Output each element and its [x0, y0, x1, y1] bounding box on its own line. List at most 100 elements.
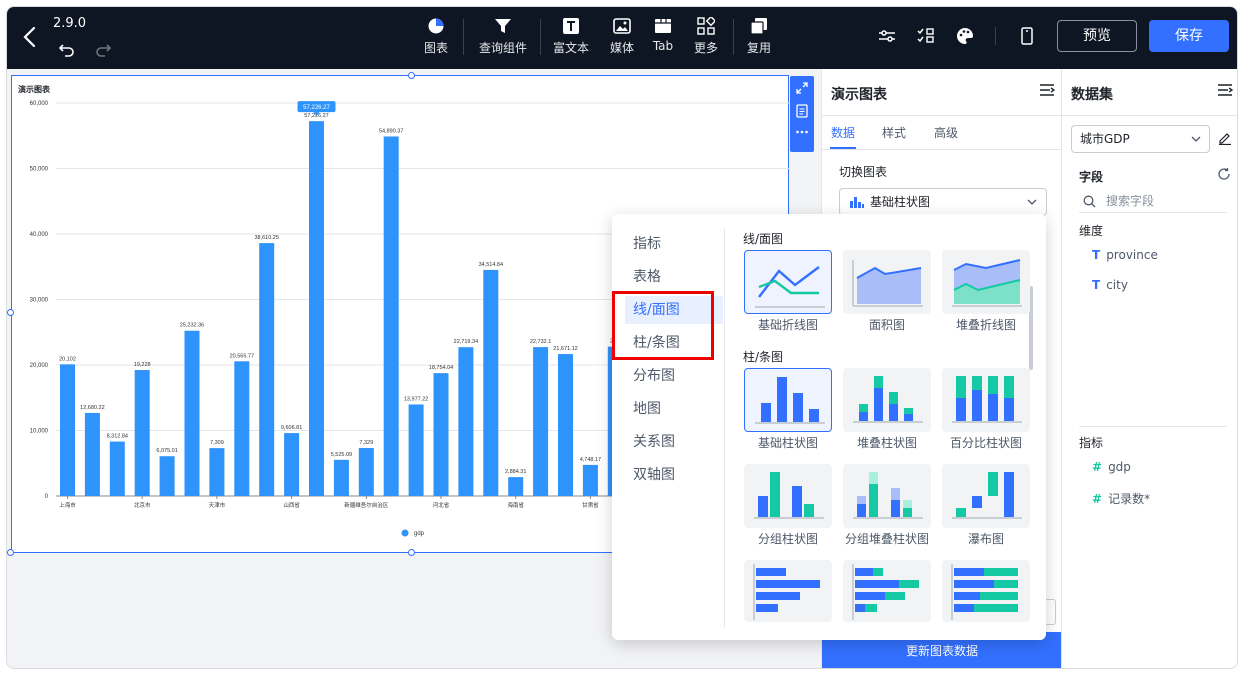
chart-option-percent-bar[interactable]	[942, 368, 1030, 432]
tab-advanced[interactable]: 高级	[934, 124, 958, 141]
undo-icon[interactable]	[57, 39, 77, 59]
chart-option-label: 分组柱状图	[757, 532, 818, 546]
chart-option-waterfall[interactable]	[942, 464, 1030, 528]
bar	[358, 447, 374, 496]
tool-more[interactable]: 更多	[691, 15, 721, 61]
y-tick-label: 0	[45, 494, 49, 500]
redo-icon[interactable]	[93, 39, 113, 59]
menu-collapse-icon[interactable]	[1039, 83, 1055, 97]
tool-tab[interactable]: Tab	[649, 15, 677, 61]
tool-reuse[interactable]: 复用	[744, 15, 774, 61]
dimension-field[interactable]: Tprovince	[1092, 248, 1158, 262]
chart-option-percent-horizontal-bar[interactable]	[942, 560, 1030, 622]
chart-option-horizontal-bar[interactable]	[744, 560, 832, 622]
category-distribution[interactable]: 分布图	[633, 362, 723, 390]
back-arrow-icon[interactable]	[20, 25, 40, 49]
chart-option-grouped-stacked-bar[interactable]	[843, 464, 931, 528]
palette-icon[interactable]	[955, 26, 975, 46]
metric-field-name: gdp	[1108, 460, 1131, 474]
y-tick-label: 10,000	[30, 429, 49, 435]
bar	[159, 456, 175, 496]
resize-handle[interactable]	[408, 549, 415, 556]
tool-media[interactable]: 媒体	[607, 15, 637, 61]
resize-handle[interactable]	[7, 309, 14, 316]
bar	[508, 477, 524, 496]
chart-option-area[interactable]	[843, 250, 931, 314]
chart-option-label: 瀑布图	[967, 532, 1004, 546]
tool-media-label: 媒体	[609, 41, 634, 55]
chart-option-stacked-line[interactable]	[942, 250, 1030, 314]
menu-collapse-icon[interactable]	[1217, 83, 1233, 97]
dimension-label: 维度	[1079, 224, 1104, 238]
expand-icon[interactable]	[795, 81, 809, 95]
bar-value-label: 18,754.04	[429, 365, 453, 371]
tool-richtext[interactable]: 富文本	[551, 15, 591, 61]
bar-value-label: 22,732.1	[530, 339, 551, 345]
bar	[309, 121, 324, 496]
switch-chart-label: 切换图表	[839, 165, 888, 179]
line-chart-icon	[755, 266, 825, 308]
tab-data[interactable]: 数据	[831, 124, 855, 141]
tab-style[interactable]: 样式	[882, 124, 906, 141]
document-icon[interactable]	[795, 104, 809, 118]
search-icon	[1083, 195, 1096, 208]
chevron-down-icon	[1027, 199, 1037, 205]
chart-option-label: 百分比柱状图	[949, 436, 1022, 450]
chart-option-stacked-horizontal-bar[interactable]	[843, 560, 931, 622]
chart-option-stacked-bar[interactable]	[843, 368, 931, 432]
field-search-input[interactable]: 搜索字段	[1079, 191, 1227, 213]
category-dual-axis[interactable]: 双轴图	[633, 461, 723, 489]
highlight-box	[612, 291, 714, 360]
bar-value-label: 22,719.34	[454, 339, 478, 345]
category-relation[interactable]: 关系图	[633, 428, 723, 456]
grid-icon	[697, 17, 715, 35]
dataset-panel: 数据集 城市GDP 字段 搜索字段 维度 Tprovince Tcity 指标 …	[1061, 69, 1237, 668]
y-tick-label: 50,000	[30, 167, 49, 173]
field-search-placeholder: 搜索字段	[1106, 194, 1155, 208]
resize-handle[interactable]	[7, 549, 14, 556]
dataset-panel-title: 数据集	[1071, 87, 1113, 103]
version-label: 2.9.0	[53, 16, 87, 31]
bar	[558, 354, 573, 496]
tool-chart[interactable]: 图表	[421, 15, 451, 61]
dataset-select[interactable]: 城市GDP	[1071, 125, 1210, 153]
tool-query[interactable]: 查询组件	[473, 15, 533, 61]
config-panel-title: 演示图表	[831, 87, 887, 103]
x-tick-label: 海南省	[507, 501, 524, 509]
chart-option-basic-bar[interactable]	[744, 368, 832, 432]
more-dots-icon[interactable]	[795, 127, 809, 137]
resize-handle[interactable]	[408, 72, 415, 79]
grouped-stacked-bar-icon	[853, 472, 923, 519]
number-type-icon: #	[1092, 492, 1103, 506]
chart-option-label: 面积图	[868, 318, 905, 332]
refresh-icon[interactable]	[1217, 167, 1231, 181]
checklist-icon[interactable]	[916, 26, 936, 46]
bar-value-label: 4,748.17	[580, 457, 601, 463]
sliders-icon[interactable]	[877, 26, 897, 46]
edit-icon[interactable]	[1218, 131, 1232, 145]
preview-button[interactable]: 预览	[1057, 20, 1137, 52]
chart-type-select[interactable]: 基础柱状图	[839, 188, 1047, 216]
tooltip-label: 57,226.27	[303, 105, 330, 111]
stacked-bar-icon	[853, 376, 923, 423]
metric-field[interactable]: # gdp	[1092, 460, 1131, 474]
dimension-field[interactable]: Tcity	[1092, 278, 1128, 292]
bar-value-label: 21,671.12	[553, 346, 577, 352]
metric-field[interactable]: # 记录数*	[1092, 490, 1150, 507]
save-button[interactable]: 保存	[1149, 20, 1229, 52]
group-label-line: 线/面图	[743, 232, 784, 246]
category-table[interactable]: 表格	[633, 263, 723, 291]
bar	[284, 433, 300, 496]
chart-option-label: 基础柱状图	[757, 436, 818, 450]
category-map[interactable]: 地图	[633, 395, 723, 423]
bar-value-label: 19,228	[134, 362, 151, 368]
tool-more-label: 更多	[693, 41, 718, 55]
x-tick-label: 北京市	[134, 501, 151, 509]
x-tick-label: 山西省	[283, 501, 300, 509]
divider	[822, 115, 1062, 116]
mobile-icon[interactable]	[1017, 26, 1037, 46]
tool-tab-label: Tab	[652, 39, 674, 53]
chart-option-grouped-bar[interactable]	[744, 464, 832, 528]
category-metric[interactable]: 指标	[633, 230, 723, 258]
chart-option-basic-line[interactable]	[744, 250, 832, 314]
